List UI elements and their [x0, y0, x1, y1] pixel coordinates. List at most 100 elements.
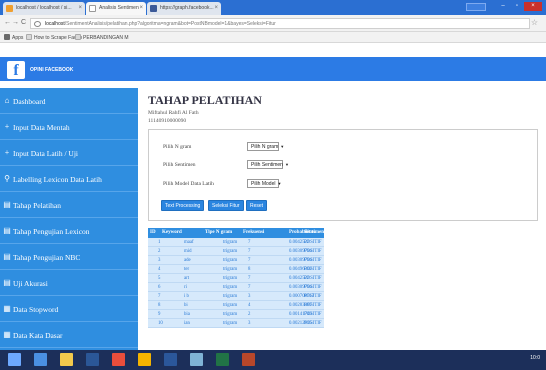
table-cell: trigram	[223, 249, 238, 254]
table-cell: 7	[248, 285, 251, 290]
table-cell: POSITIF	[304, 294, 322, 299]
table-cell: trigram	[223, 312, 238, 317]
phpmyadmin-icon	[6, 5, 13, 12]
home-icon: ⌂	[4, 96, 10, 105]
table-cell: 5	[158, 276, 161, 281]
table-row: 4 ter trigram 8 0.00496302 POSITIF	[148, 265, 324, 274]
word-icon[interactable]	[164, 353, 177, 366]
table-cell: POSITIF	[304, 312, 322, 317]
table-row: 3 ade trigram 7 0.00309794 POSITIF	[148, 256, 324, 265]
facebook-logo-icon: f	[7, 61, 25, 79]
table-cell: ri	[184, 285, 187, 290]
close-icon[interactable]: ×	[78, 5, 82, 11]
browser-titlebar: localhost / localhost / si... × Analisis…	[0, 0, 546, 15]
sidebar-item-data-kata-dasar[interactable]: ▦ Data Kata Dasar	[0, 322, 138, 348]
chevron-down-icon: ▼	[280, 144, 285, 149]
sidebar-item-input-data-latih[interactable]: + Input Data Latih / Uji	[0, 140, 138, 166]
table-cell: POSITIF	[304, 285, 322, 290]
sidebar-item-label: Input Data Mentah	[13, 123, 70, 132]
apps-icon	[4, 34, 10, 40]
page-icon	[26, 34, 32, 40]
sidebar-item-dashboard[interactable]: ⌂ Dashboard	[0, 88, 138, 114]
text-processing-button[interactable]: Text Processing	[161, 200, 205, 211]
close-icon[interactable]: ×	[139, 5, 143, 11]
page-icon	[75, 34, 81, 40]
table-header: ID Keyword Tipe N gram Frekuensi Probabi…	[148, 228, 324, 238]
chrome-icon[interactable]	[138, 353, 151, 366]
sidebar-item-label: Uji Akurasi	[13, 279, 48, 288]
outlook-icon[interactable]	[86, 353, 99, 366]
table-row: 2 mid trigram 7 0.00309794 POSITIF	[148, 247, 324, 256]
sidebar-item-label: Dashboard	[13, 97, 46, 106]
windows-taskbar: 10:0	[0, 350, 546, 370]
reset-button[interactable]: Reset	[246, 200, 268, 211]
table-cell: 8	[248, 267, 251, 272]
table-cell: 3	[158, 258, 161, 263]
reload-icon[interactable]: C	[21, 19, 26, 26]
chevron-down-icon: ▼	[277, 181, 282, 186]
profile-button[interactable]	[466, 3, 486, 11]
bookmark-star-icon[interactable]: ☆	[531, 18, 538, 27]
seleksi-fitur-button[interactable]: Seleksi Fitur	[208, 200, 244, 211]
maximize-icon[interactable]: ▫	[510, 2, 524, 11]
brand-name[interactable]: OPINI FACEBOOK	[30, 67, 73, 73]
table-cell: maaf	[184, 240, 194, 245]
close-window-icon[interactable]: ×	[524, 2, 542, 11]
ngram-select[interactable]: Pilih N gram ▼	[247, 142, 284, 151]
browser-tab-analisis[interactable]: Analisis Sentimen ×	[86, 2, 146, 15]
table-cell: 4	[158, 267, 161, 272]
ngram-label: Pilih N gram	[163, 144, 192, 150]
table-cell: 7	[158, 294, 161, 299]
app-icon[interactable]	[112, 353, 125, 366]
powerpoint-icon[interactable]	[242, 353, 255, 366]
tab-label: Analisis Sentimen	[99, 5, 139, 11]
bookmark-apps[interactable]: Apps	[4, 34, 23, 41]
url-host: localhost	[45, 21, 65, 27]
browser-tab-phpmyadmin[interactable]: localhost / localhost / si... ×	[3, 2, 85, 15]
ngram-select-value: Pilih N gram	[251, 144, 279, 150]
url-input[interactable]: localhost/SentimentAnalisis/pelatihan.ph…	[30, 18, 530, 29]
table-cell: trigram	[223, 276, 238, 281]
training-form-panel: Pilih N gram Pilih N gram ▼ Pilih Sentime…	[148, 129, 538, 221]
table-cell: ade	[184, 258, 191, 263]
minimize-icon[interactable]: –	[496, 2, 510, 11]
model-select[interactable]: Pilih Model ▼	[247, 179, 282, 188]
sidebar-item-label: Tahap Pengujian NBC	[13, 253, 81, 262]
sentimen-select[interactable]: Pilih Sentimen ▼	[247, 160, 289, 169]
table-row: 9 bia trigram 2 0.00141743 POSITIF	[148, 310, 324, 319]
table-cell: 3	[248, 321, 251, 326]
sidebar-item-pengujian-nbc[interactable]: ▤ Tahap Pengujian NBC	[0, 244, 138, 270]
table-cell: POSITIF	[304, 258, 322, 263]
top-navbar	[0, 57, 546, 81]
back-icon[interactable]: ←	[4, 19, 11, 26]
table-cell: trigram	[223, 294, 238, 299]
author-nim: 11140910000090	[148, 118, 187, 124]
sidebar-item-uji-akurasi[interactable]: ▤ Uji Akurasi	[0, 270, 138, 296]
sidebar-item-labelling-lexicon[interactable]: ⚲ Labelling Lexicon Data Latih	[0, 166, 138, 192]
table-cell: 2	[248, 312, 251, 317]
sidebar-item-data-stopword[interactable]: ▦ Data Stopword	[0, 296, 138, 322]
sidebar-item-tahap-pelatihan[interactable]: ▤ Tahap Pelatihan	[0, 192, 138, 218]
ie-icon[interactable]	[34, 353, 47, 366]
sidebar-item-pengujian-lexicon[interactable]: ▤ Tahap Pengujian Lexicon	[0, 218, 138, 244]
bookmark-scrape[interactable]: How to Scrape Faceb	[26, 34, 82, 41]
header-sentimen: Sentimen	[304, 230, 324, 235]
sidebar-item-label: Input Data Latih / Uji	[13, 149, 78, 158]
close-icon[interactable]: ×	[214, 5, 218, 11]
browser-tab-graph[interactable]: https://graph.facebook... ×	[147, 2, 221, 15]
windows-start-icon[interactable]	[8, 353, 21, 366]
table-cell: POSITIF	[304, 303, 322, 308]
excel-icon[interactable]	[216, 353, 229, 366]
author-name: Miftahul Rahfi Al Fath	[148, 110, 199, 116]
forward-icon[interactable]: →	[12, 19, 19, 26]
file-icon: ▤	[3, 278, 11, 287]
folder-icon[interactable]	[60, 353, 73, 366]
table-cell: 1	[158, 240, 161, 245]
sidebar-item-input-data-mentah[interactable]: + Input Data Mentah	[0, 114, 138, 140]
explorer-icon[interactable]	[190, 353, 203, 366]
table-cell: bia	[184, 312, 190, 317]
system-clock[interactable]: 10:0	[530, 355, 540, 361]
table-row: 6 ri trigram 7 0.00309794 POSITIF	[148, 283, 324, 292]
bookmark-perbandingan[interactable]: PERBANDINGAN M	[75, 34, 129, 41]
table-cell: trigram	[223, 267, 238, 272]
